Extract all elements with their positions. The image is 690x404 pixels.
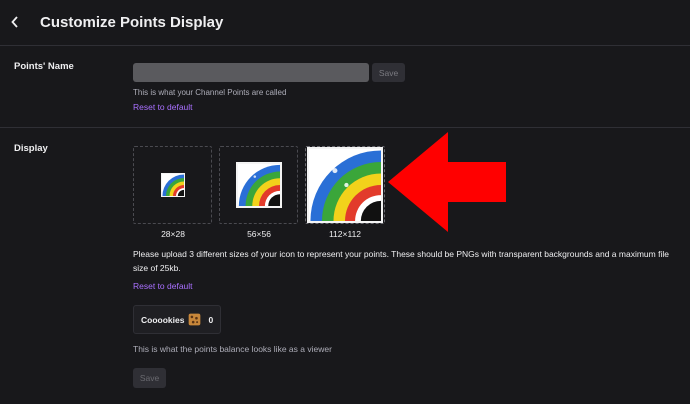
size-label-112: 112×112 [328, 229, 362, 239]
page-title: Customize Points Display [40, 14, 224, 31]
points-name-reset-link[interactable]: Reset to default [133, 102, 193, 112]
size-label-56: 56×56 [247, 229, 271, 239]
page-header: Customize Points Display [0, 0, 690, 46]
icon-upload-112[interactable] [305, 146, 385, 224]
icon-upload-56[interactable] [219, 146, 298, 224]
red-arrow-annotation [388, 132, 506, 232]
points-name-helper: This is what your Channel Points are cal… [133, 88, 287, 97]
points-name-label: Points' Name [14, 61, 74, 72]
rainbow-icon [237, 164, 280, 206]
points-name-section: Points' Name Save This is what your Chan… [0, 47, 690, 128]
cookie-icon [189, 313, 201, 326]
points-balance-preview: Cooookies 0 [133, 305, 221, 334]
points-name-input[interactable] [133, 63, 369, 82]
channel-points-icon [235, 162, 282, 208]
balance-name: Cooookies [141, 314, 185, 325]
chevron-left-icon [11, 16, 18, 28]
icon-upload-28[interactable] [133, 146, 212, 224]
balance-value: 0 [208, 314, 214, 325]
points-name-save-button[interactable]: Save [372, 63, 405, 82]
channel-points-icon [160, 173, 185, 197]
back-button[interactable] [6, 12, 24, 32]
display-description: Please upload 3 different sizes of your … [133, 249, 669, 273]
display-reset-link[interactable]: Reset to default [133, 281, 193, 291]
display-save-button[interactable]: Save [133, 368, 166, 388]
size-label-28: 28×28 [161, 229, 185, 239]
app-window: Customize Points Display Points' Name Sa… [0, 0, 690, 404]
display-label: Display [14, 143, 48, 154]
balance-helper: This is what the points balance looks li… [133, 344, 332, 354]
rainbow-icon [161, 174, 184, 196]
channel-points-icon [307, 147, 383, 223]
rainbow-icon [309, 149, 381, 221]
